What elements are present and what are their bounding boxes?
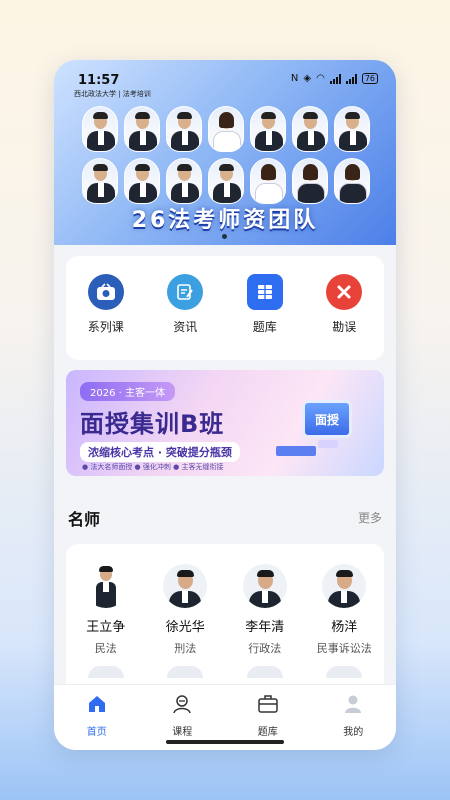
course-icon [173, 695, 191, 714]
monitor-illustration: 面授 [302, 400, 352, 438]
tab-mine[interactable]: 我的 [323, 693, 383, 750]
teacher-portrait [124, 158, 160, 204]
signal-icon-2 [345, 73, 357, 84]
menu-label: 题库 [252, 320, 277, 334]
vibrate-icon: ◈ [303, 73, 312, 84]
promo-banner[interactable]: 2026 · 主客一体 面授集训B班 浓缩核心考点 · 突破提分瓶颈 ● 法大名… [66, 370, 384, 476]
stack-book-icon [246, 274, 283, 310]
battery-icon: 76 [361, 73, 378, 84]
tab-label: 题库 [257, 727, 278, 738]
status-icons: N ◈ ◠ 76 [291, 73, 378, 84]
carousel-indicator [222, 234, 227, 239]
book-illustration [276, 446, 316, 456]
teacher-subject: 刑法 [174, 642, 197, 655]
tab-label: 首页 [86, 727, 107, 738]
teacher-card[interactable]: 王立争 民法 [70, 564, 142, 656]
menu-label: 勘误 [332, 320, 357, 334]
close-icon [326, 274, 363, 310]
teacher-portrait [82, 158, 118, 204]
status-time: 11:57 [78, 73, 120, 88]
avatar [322, 564, 367, 608]
signal-icon [329, 73, 341, 84]
tv-camera-icon [87, 274, 124, 310]
menu-item-errata[interactable]: 勘误 [314, 274, 374, 335]
banner-subtitle: 浓缩核心考点 · 突破提分瓶颈 [80, 442, 240, 462]
teacher-portrait [82, 106, 118, 152]
menu-item-series-course[interactable]: 系列课 [76, 274, 136, 335]
document-edit-icon [167, 274, 204, 310]
avatar [163, 564, 208, 608]
briefcase-icon [258, 695, 278, 713]
monitor-stand [318, 440, 338, 448]
menu-item-question-bank[interactable]: 题库 [235, 274, 295, 335]
teacher-group-photo [82, 106, 372, 210]
teacher-portrait [334, 106, 370, 152]
teacher-list-card: 王立争 民法 徐光华 刑法 李年清 行政法 杨洋 民事诉讼法 [66, 544, 384, 694]
teacher-subject: 行政法 [248, 642, 282, 655]
hero-title: 26法考师资团队 [131, 208, 319, 233]
person-icon [345, 695, 362, 713]
more-link[interactable]: 更多 [358, 509, 382, 526]
nfc-icon: N [290, 73, 299, 84]
teacher-name: 李年清 [245, 620, 285, 635]
quick-menu-card: 系列课 资讯 题库 勘误 [66, 256, 384, 360]
phone-screen: 11:57 西北政法大学 | 法考培训 N ◈ ◠ 76 26法考师资团队 系列… [54, 60, 396, 750]
avatar [83, 564, 128, 608]
teacher-card[interactable]: 李年清 行政法 [229, 564, 301, 656]
avatar [242, 564, 287, 608]
teacher-portrait [250, 106, 286, 152]
banner-features: ● 法大名师面授 ● 强化冲刺 ● 主客无缝衔接 [82, 463, 224, 471]
teacher-subject: 民法 [94, 642, 117, 655]
tab-home[interactable]: 首页 [67, 693, 127, 750]
teacher-name: 徐光华 [165, 620, 205, 635]
section-title: 名师 [68, 510, 101, 529]
teacher-portrait [208, 106, 244, 152]
school-logo-text: 西北政法大学 | 法考培训 [74, 90, 151, 98]
tab-label: 我的 [343, 727, 364, 738]
teacher-row-next [66, 656, 384, 678]
teacher-portrait [166, 158, 202, 204]
menu-label: 资讯 [173, 320, 198, 334]
teacher-portrait [124, 106, 160, 152]
teacher-name: 杨洋 [331, 620, 358, 635]
home-icon [88, 696, 105, 712]
home-indicator [166, 740, 284, 744]
tab-label: 课程 [172, 727, 193, 738]
menu-label: 系列课 [87, 320, 124, 334]
teacher-portrait [250, 158, 286, 204]
teacher-portrait [292, 158, 328, 204]
teacher-portrait [334, 158, 370, 204]
teacher-subject: 民事诉讼法 [316, 642, 372, 655]
teacher-card[interactable]: 杨洋 民事诉讼法 [308, 564, 380, 656]
wifi-icon: ◠ [316, 73, 325, 84]
teacher-name: 王立争 [86, 620, 126, 635]
famous-teachers-header: 名师 更多 [66, 506, 384, 530]
status-bar: 11:57 西北政法大学 | 法考培训 N ◈ ◠ 76 [54, 60, 396, 100]
teacher-card[interactable]: 徐光华 刑法 [149, 564, 221, 656]
teacher-portrait [166, 106, 202, 152]
banner-title: 面授集训B班 [80, 410, 225, 438]
hero-banner[interactable]: 11:57 西北政法大学 | 法考培训 N ◈ ◠ 76 26法考师资团队 [54, 60, 396, 245]
banner-tag: 2026 · 主客一体 [80, 382, 175, 401]
menu-item-news[interactable]: 资讯 [155, 274, 215, 335]
teacher-portrait [208, 158, 244, 204]
teacher-portrait [292, 106, 328, 152]
